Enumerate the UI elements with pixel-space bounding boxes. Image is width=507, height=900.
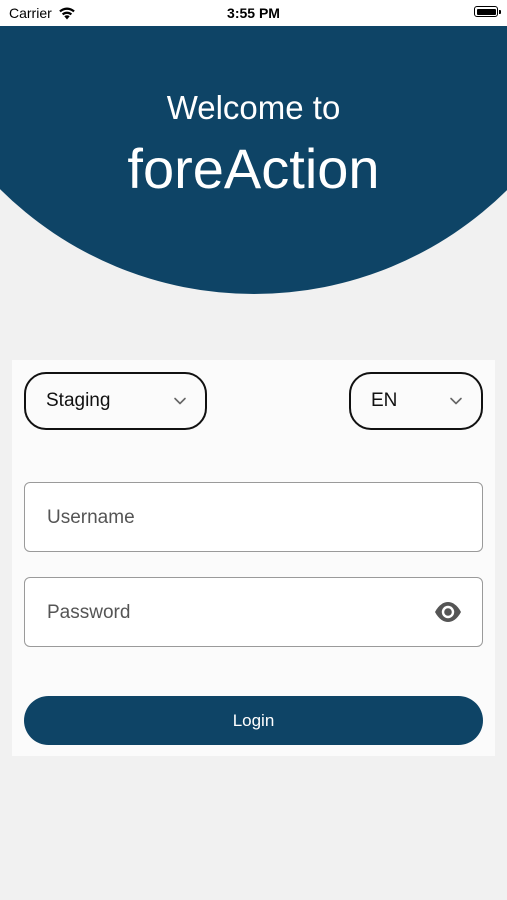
brand-title: foreAction: [127, 137, 380, 200]
status-time: 3:55 PM: [227, 5, 280, 21]
password-field: [24, 577, 483, 648]
environment-select[interactable]: Staging: [24, 372, 207, 430]
eye-icon[interactable]: [434, 599, 462, 625]
battery-icon: [474, 6, 501, 17]
login-button-label: Login: [232, 710, 275, 730]
password-input[interactable]: [45, 578, 429, 648]
environment-select-value: Staging: [46, 390, 111, 411]
login-button[interactable]: Login: [24, 696, 483, 745]
username-input[interactable]: [45, 483, 429, 553]
login-card: Staging EN Login: [12, 360, 495, 756]
welcome-text: Welcome to: [166, 89, 341, 126]
language-select-value: EN: [371, 390, 398, 411]
username-field: [24, 482, 483, 553]
battery-level: [476, 8, 496, 15]
status-bar: Carrier 3:55 PM: [0, 0, 507, 26]
welcome-header: Welcome to foreAction: [0, 26, 507, 296]
chevron-down-icon: [450, 397, 462, 405]
language-select[interactable]: EN: [349, 372, 483, 430]
chevron-down-icon: [174, 397, 186, 405]
